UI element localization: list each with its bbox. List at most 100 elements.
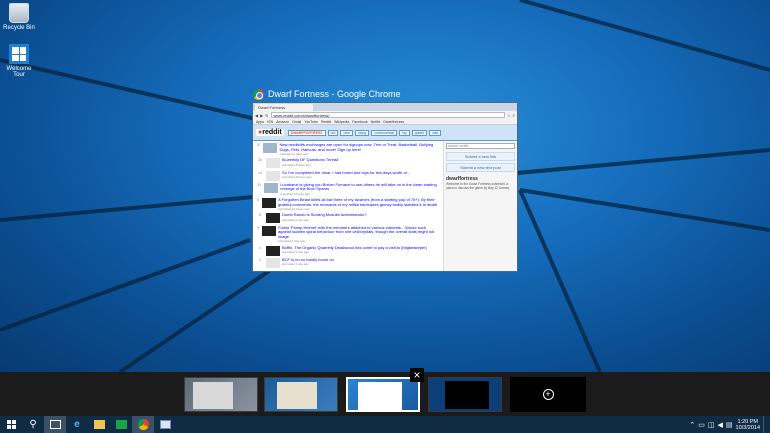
app-taskbar-icon[interactable] [154, 416, 176, 433]
forward-icon[interactable]: ▶ [260, 113, 263, 118]
post-meta: submitted 1 day ago [282, 262, 310, 267]
close-desktop-icon[interactable]: × [410, 368, 424, 382]
post-meta: submitted 12 hours ago [278, 207, 310, 212]
chrome-window-preview[interactable]: Dwarf Fortness ◀ ▶ ↻ www.reddit.com/r/dw… [252, 102, 518, 272]
post-score: 3 [259, 257, 261, 262]
tab-top[interactable]: top [399, 129, 410, 136]
tab-gilded[interactable]: gilded [411, 129, 428, 136]
post-score: 31 [257, 182, 262, 187]
post-thumbnail[interactable] [262, 198, 277, 209]
tab-wiki[interactable]: wiki [429, 129, 442, 136]
search-icon[interactable]: ⚲ [22, 416, 44, 433]
clock[interactable]: 1:20 PM 10/3/2014 [736, 419, 760, 431]
battery-icon[interactable]: ▭ [698, 421, 705, 429]
bookmark[interactable]: Facebook [352, 120, 367, 124]
bookmark[interactable]: Gmail [292, 120, 301, 124]
tab-subreddit[interactable]: DWARFFORTRESS [287, 129, 326, 136]
post-score: 4 [259, 245, 261, 250]
chrome-tab[interactable]: Dwarf Fortness [255, 104, 313, 111]
post-score: 9 [257, 225, 259, 230]
show-desktop-button[interactable] [763, 416, 766, 433]
tab-controversial[interactable]: controversial [371, 129, 398, 136]
reddit-search-input[interactable]: search reddit [446, 143, 515, 149]
desktop-thumbnail-1[interactable] [184, 377, 258, 412]
address-bar[interactable]: www.reddit.com/r/dwarffortress/ [270, 112, 506, 118]
desktop-icon-label: Recycle Bin [3, 25, 35, 31]
post-list: 57 New redditoffs exchanges are open for … [253, 141, 443, 271]
window-thumbnail [445, 381, 489, 409]
action-center-icon[interactable]: ▤ [726, 421, 733, 429]
post-meta: submitted 9 hours ago [280, 191, 310, 196]
bookmark[interactable]: Reddit [321, 120, 331, 124]
post-item: 3 BCF is no no hardly boom on submitted 1 … [256, 257, 440, 268]
task-view-icon[interactable] [44, 416, 66, 433]
post-meta: submitted 1 day ago [278, 239, 306, 244]
start-button[interactable] [0, 416, 22, 433]
star-icon[interactable]: ☆ [507, 113, 511, 118]
chrome-taskbar-icon[interactable] [132, 416, 154, 433]
post-thumbnail[interactable] [263, 143, 278, 153]
post-meta: submitted 6 hours ago [282, 175, 312, 180]
post-title[interactable]: A Forgotten Beast killed all bar three o… [278, 197, 440, 207]
tab-new[interactable]: new [340, 129, 353, 136]
post-item: 14 So I've completed the ritual. I had bo… [256, 170, 440, 181]
post-title[interactable]: Lucabanzi is giving you Bofurn Furnace t… [280, 182, 440, 192]
bookmark[interactable]: Netflix [371, 120, 381, 124]
clock-date: 10/3/2014 [735, 424, 760, 431]
post-thumbnail[interactable] [266, 257, 280, 268]
post-item: 26 Bi-weekly DF Questions Thread submitted… [256, 158, 440, 169]
subreddit-description: Welcome to the Dwarf Fortness subreddit,… [446, 182, 510, 190]
post-thumbnail[interactable] [266, 170, 280, 181]
recycle-bin-glyph [9, 3, 29, 23]
chrome-toolbar: ◀ ▶ ↻ www.reddit.com/r/dwarffortress/ ☆ … [253, 111, 517, 119]
internet-explorer-icon[interactable]: e [66, 416, 88, 433]
post-item: 4 Boffin, The Organic Quarrelly Deadwood … [256, 245, 440, 256]
reddit-logo[interactable]: ●reddit [256, 129, 284, 136]
post-thumbnail[interactable] [266, 245, 280, 256]
chevron-up-icon[interactable]: ⌃ [689, 421, 695, 429]
bookmark[interactable]: Wikipedia [334, 120, 349, 124]
post-title[interactable]: Funny 'Plump Helmet' with the members at… [278, 225, 440, 240]
desktop-icon-label: Welcome Tour [6, 66, 32, 78]
desktop-thumbnail-3-active[interactable] [346, 377, 420, 412]
store-icon[interactable] [110, 416, 132, 433]
desktop-thumbnail-2[interactable] [264, 377, 338, 412]
post-thumbnail[interactable] [262, 225, 277, 236]
windows-logo-icon [9, 44, 29, 64]
new-desktop-button[interactable]: + [510, 377, 586, 412]
file-explorer-icon[interactable] [88, 416, 110, 433]
bookmark[interactable]: Amazon [276, 120, 289, 124]
tab-rising[interactable]: rising [354, 129, 370, 136]
submit-link-button[interactable]: Submit a new link [446, 152, 515, 161]
network-icon[interactable]: ◫ [708, 421, 715, 429]
post-title[interactable]: New redditoffs exchanges are open for si… [279, 142, 440, 152]
post-meta: submitted 5 days ago [282, 162, 311, 167]
virtual-desktops-strip [0, 372, 770, 416]
recycle-bin-icon[interactable]: Recycle Bin [2, 3, 36, 31]
submit-text-button[interactable]: Submit a new text post [446, 163, 515, 172]
post-score: 57 [256, 143, 261, 147]
post-thumbnail[interactable] [266, 158, 280, 169]
post-item: 9 Funny 'Plump Helmet' with the members a… [256, 225, 440, 244]
windows-start-icon [6, 420, 16, 429]
post-meta: submitted 2 days ago [279, 152, 308, 156]
bookmark[interactable]: Apps [256, 120, 264, 124]
tab-hot[interactable]: hot [327, 129, 339, 136]
window-preview-title[interactable]: Dwarf Fortness - Google Chrome [253, 87, 401, 101]
window-title-text: Dwarf Fortness - Google Chrome [268, 89, 401, 99]
bookmark[interactable]: Dwarffortress [383, 120, 404, 124]
plus-icon: + [542, 389, 554, 400]
post-thumbnail[interactable] [266, 213, 280, 224]
post-item: 8 A Forgotten Beast killed all bar three … [256, 197, 440, 212]
volume-icon[interactable]: ◀ [718, 421, 723, 429]
welcome-tour-icon[interactable]: Welcome Tour [2, 44, 36, 78]
post-score: 14 [258, 170, 262, 175]
post-thumbnail[interactable] [264, 182, 279, 193]
back-icon[interactable]: ◀ [255, 113, 258, 118]
menu-icon[interactable]: ≡ [513, 113, 515, 118]
desktop-thumbnail-4[interactable] [428, 377, 502, 412]
reload-icon[interactable]: ↻ [265, 113, 268, 118]
bookmark[interactable]: YouTube [304, 120, 318, 124]
bookmark[interactable]: IGN [267, 120, 273, 124]
post-item: 31 Lucabanzi is giving you Bofurn Furnace… [256, 182, 440, 196]
